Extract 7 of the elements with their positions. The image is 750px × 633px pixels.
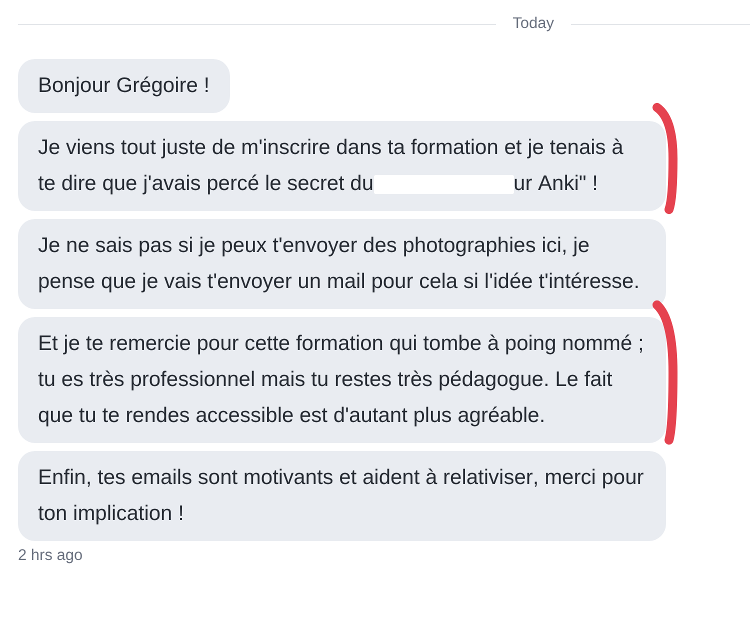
message-text: Je ne sais pas si je peux t'envoyer des photographies ici, je pense que je vais t'envoyer un mail pour cela si l'idée t'intéresse. xyxy=(38,234,640,293)
message-text: Enfin, tes emails sont motivants et aident à relativiser, merci pour ton implication ! xyxy=(38,466,644,525)
message-time: 2 hrs ago xyxy=(18,547,83,564)
date-divider-label: Today xyxy=(512,14,556,34)
message-text: Je viens tout juste de m'inscrire dans ta formation et je tenais à te dire que j'avais percé le secret du ur Anki" ! xyxy=(38,136,624,195)
message-text: Et je te remercie pour cette formation qui tombe à poing nommé ; tu es très professionnel mais tu restes très pédagogue. Le fait que tu te rendes accessible est d'autant plus agréable. xyxy=(38,332,644,427)
message-text: Bonjour Grégoire ! xyxy=(38,74,210,97)
